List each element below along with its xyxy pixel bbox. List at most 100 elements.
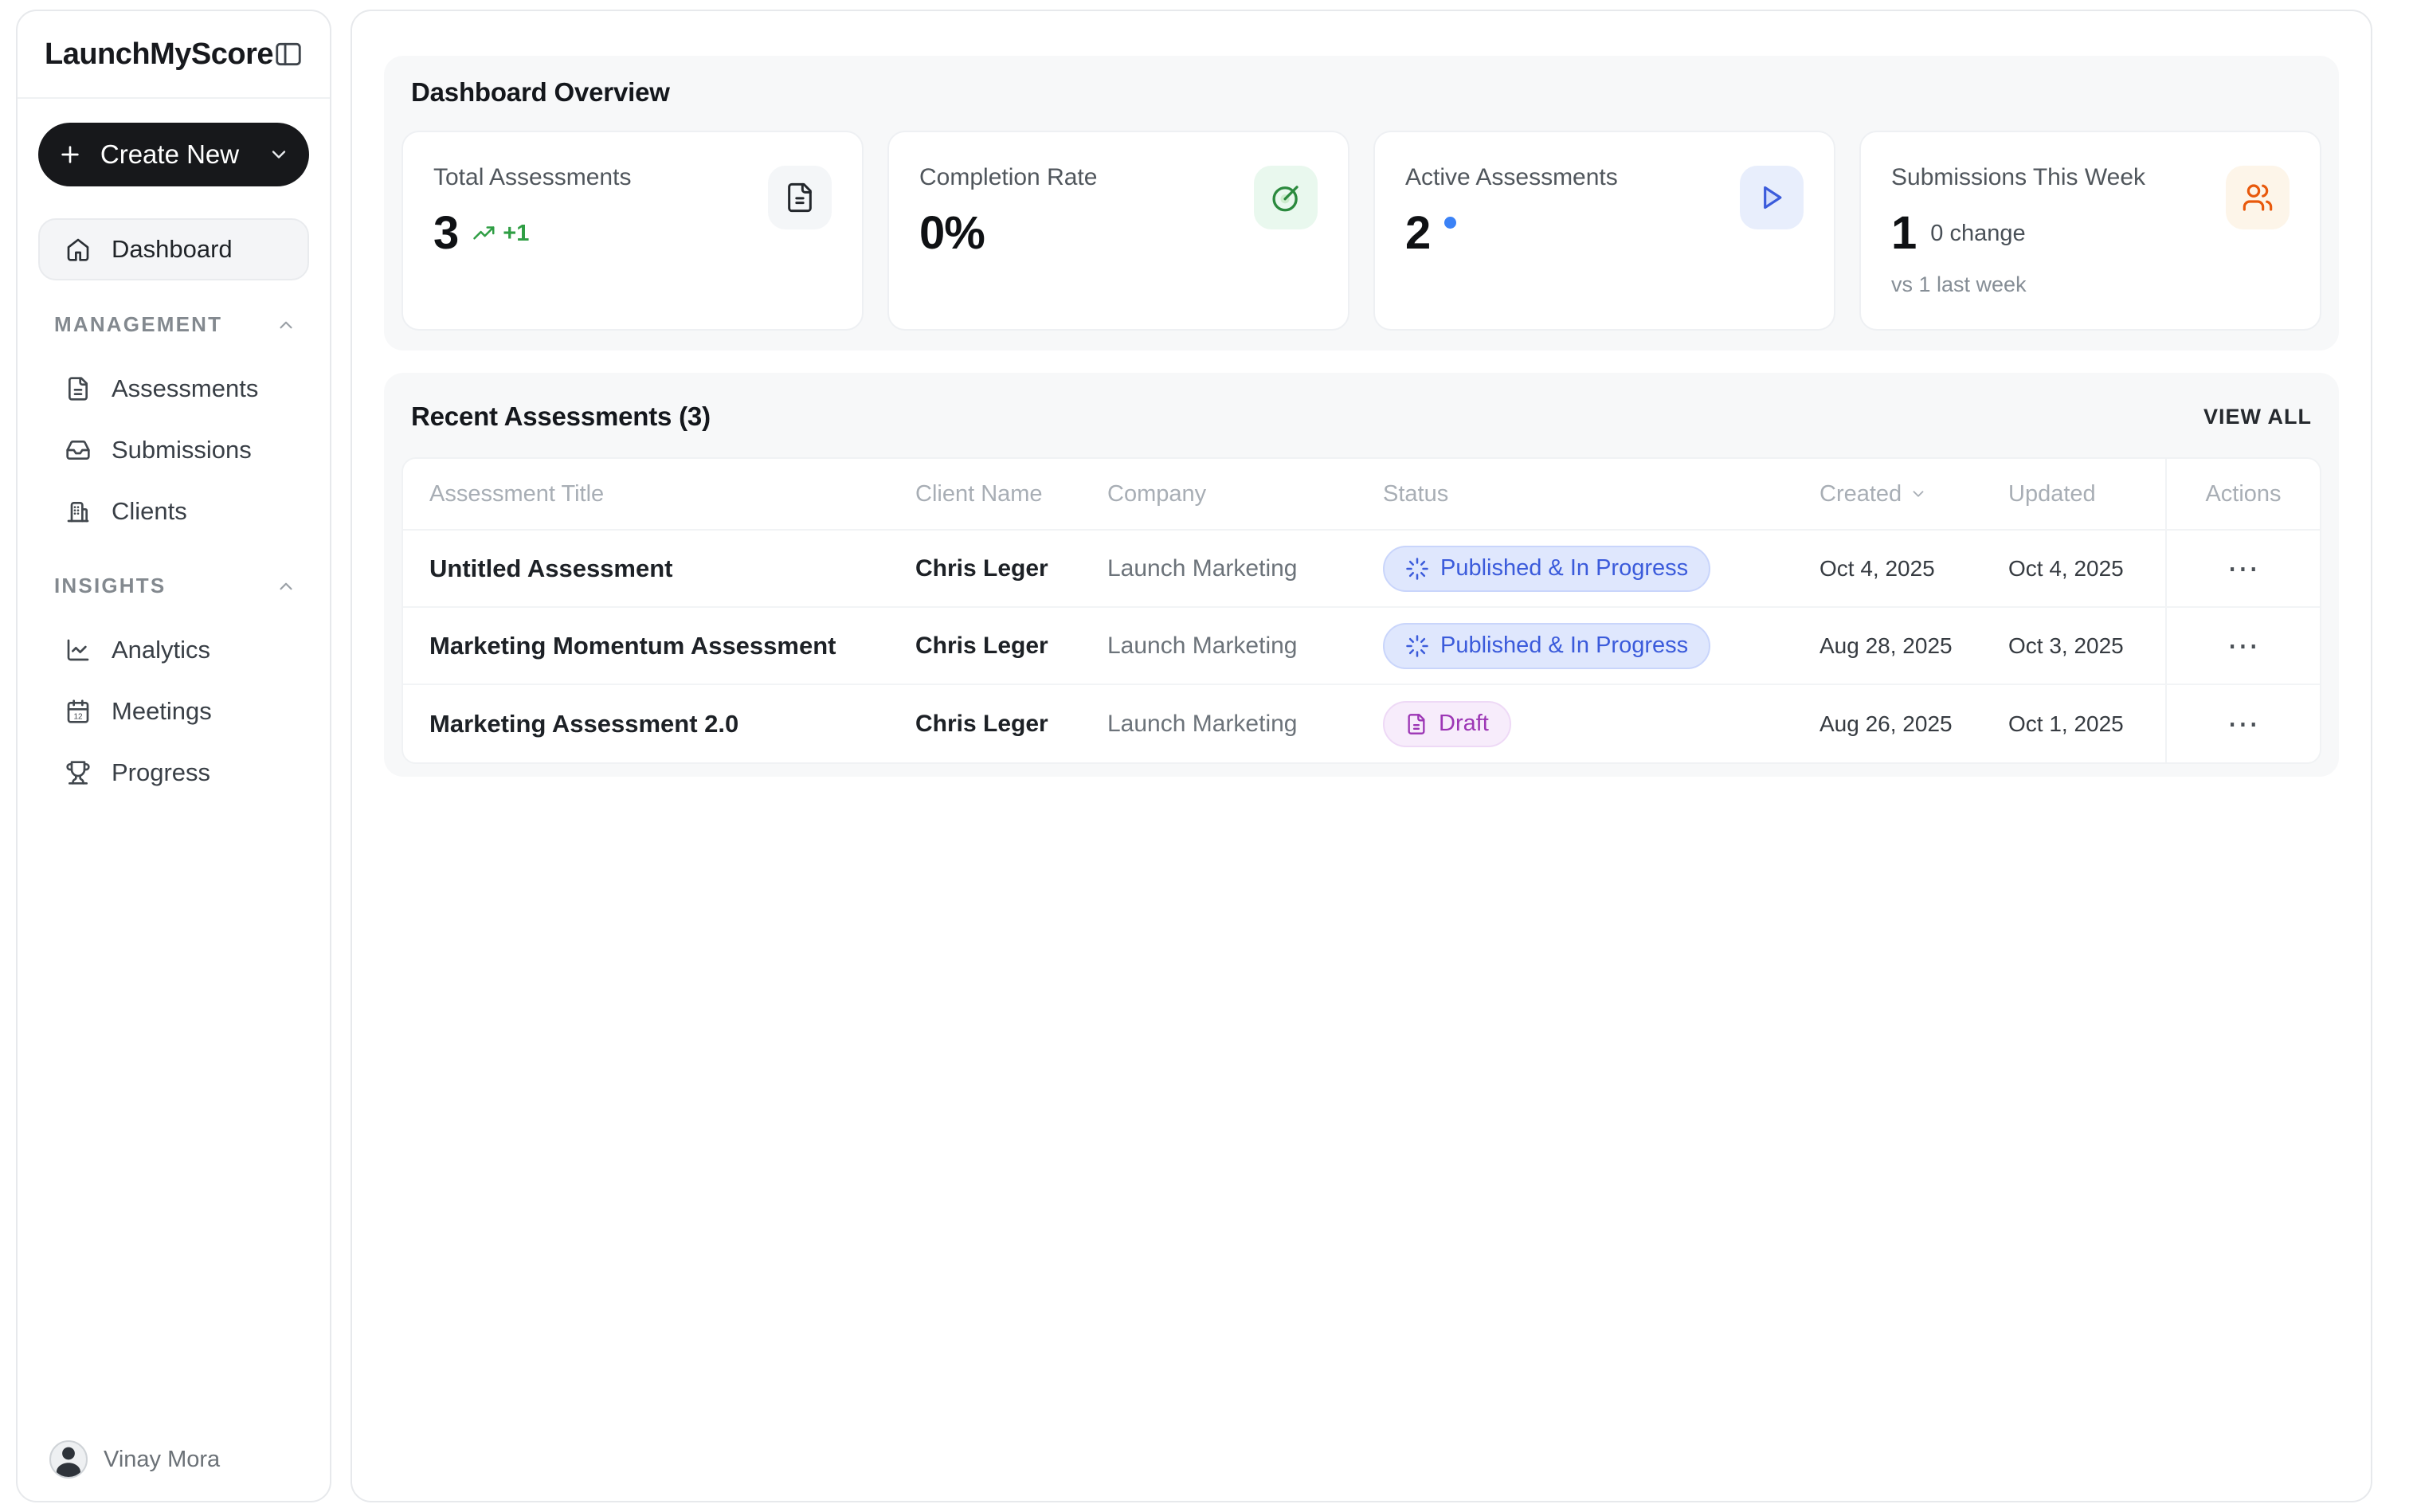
create-new-label: Create New	[100, 139, 240, 169]
sidebar-item-label: Meetings	[112, 696, 212, 725]
stat-card-completion-rate: Completion Rate 0%	[887, 131, 1349, 331]
active-indicator-dot	[1444, 217, 1457, 229]
inbox-icon	[65, 437, 91, 463]
client-name: Chris Leger	[915, 632, 1048, 659]
col-header-client: Client Name	[915, 480, 1043, 507]
stat-comparison: vs 1 last week	[1891, 272, 2027, 296]
sidebar-item-label: Clients	[112, 496, 187, 525]
stat-delta-value: +1	[503, 220, 530, 246]
stat-delta: +1	[472, 221, 529, 247]
sidebar: LaunchMyScore Create New Dashboard MANAG…	[16, 10, 331, 1502]
goal-icon	[1254, 166, 1318, 229]
updated-date: Oct 4, 2025	[2008, 555, 2124, 581]
chevron-down-icon	[268, 143, 290, 166]
sidebar-item-clients[interactable]: Clients	[18, 480, 330, 542]
row-actions-button[interactable]: ⋯	[2215, 548, 2273, 590]
create-new-button[interactable]: Create New	[38, 123, 309, 186]
row-actions-button[interactable]: ⋯	[2215, 625, 2273, 667]
stat-value: 2	[1405, 207, 1431, 259]
assessment-title: Marketing Assessment 2.0	[429, 709, 739, 738]
sidebar-item-progress[interactable]: Progress	[18, 742, 330, 803]
plus-icon	[57, 142, 83, 167]
sidebar-item-analytics[interactable]: Analytics	[18, 619, 330, 680]
table-header-row: Assessment Title Client Name Company Sta…	[403, 459, 2320, 531]
sidebar-item-submissions[interactable]: Submissions	[18, 419, 330, 480]
sidebar-item-meetings[interactable]: 12 Meetings	[18, 680, 330, 742]
sidebar-item-label: Progress	[112, 758, 211, 786]
avatar	[49, 1440, 88, 1479]
panel-left-icon	[273, 39, 304, 69]
file-text-icon	[65, 376, 91, 402]
row-actions-button[interactable]: ⋯	[2215, 703, 2273, 745]
col-header-created[interactable]: Created	[1819, 481, 2008, 507]
sidebar-header: LaunchMyScore	[18, 11, 330, 99]
status-badge: Published & In Progress	[1383, 545, 1711, 592]
sidebar-item-dashboard[interactable]: Dashboard	[38, 218, 309, 280]
calendar-icon: 12	[65, 699, 91, 724]
company-name: Launch Marketing	[1107, 632, 1298, 659]
insights-items: Analytics 12 Meetings Progress	[18, 619, 330, 803]
sidebar-item-label: Analytics	[112, 635, 211, 664]
col-header-title: Assessment Title	[429, 480, 605, 507]
chevron-up-icon	[276, 576, 296, 597]
stat-card-submissions-week: Submissions This Week 1 0 change vs 1 la…	[1859, 131, 2321, 331]
trophy-icon	[65, 760, 91, 785]
document-icon	[768, 166, 832, 229]
table-row[interactable]: Untitled Assessment Chris Leger Launch M…	[403, 531, 2320, 608]
stat-card-total-assessments: Total Assessments 3 +1	[402, 131, 864, 331]
loader-icon	[1405, 634, 1429, 658]
assessment-title: Untitled Assessment	[429, 554, 673, 582]
company-name: Launch Marketing	[1107, 554, 1298, 582]
stat-value: 0%	[919, 207, 985, 259]
updated-date: Oct 1, 2025	[2008, 711, 2124, 736]
management-items: Assessments Submissions Clients	[18, 358, 330, 542]
status-badge: Published & In Progress	[1383, 622, 1711, 669]
sidebar-collapse-button[interactable]	[273, 37, 304, 72]
dashboard-overview-section: Dashboard Overview Total Assessments 3 +	[384, 56, 2339, 351]
table-row[interactable]: Marketing Momentum Assessment Chris Lege…	[403, 608, 2320, 685]
sidebar-item-label: Submissions	[112, 435, 252, 464]
assessments-table: Assessment Title Client Name Company Sta…	[402, 457, 2321, 764]
view-all-button[interactable]: VIEW ALL	[2203, 405, 2312, 429]
stat-card-active-assessments: Active Assessments 2	[1373, 131, 1835, 331]
company-name: Launch Marketing	[1107, 710, 1298, 737]
user-menu[interactable]: Vinay Mora	[49, 1440, 220, 1479]
trending-up-icon	[472, 221, 496, 245]
file-text-icon	[1405, 713, 1428, 735]
stat-change: 0 change	[1930, 220, 2026, 246]
users-icon	[2226, 166, 2290, 229]
sidebar-item-assessments[interactable]: Assessments	[18, 358, 330, 419]
svg-text:12: 12	[73, 712, 83, 721]
sort-chevron-down-icon	[1910, 485, 1927, 503]
table-row[interactable]: Marketing Assessment 2.0 Chris Leger Lau…	[403, 685, 2320, 762]
section-label: INSIGHTS	[54, 574, 166, 597]
created-date: Oct 4, 2025	[1819, 555, 1935, 581]
chevron-up-icon	[276, 315, 296, 335]
overview-title: Dashboard Overview	[411, 77, 670, 107]
sidebar-item-label: Dashboard	[112, 235, 233, 263]
recent-title: Recent Assessments (3)	[411, 402, 711, 431]
col-header-actions: Actions	[2165, 459, 2320, 529]
sidebar-section-management[interactable]: MANAGEMENT	[54, 312, 296, 337]
section-label: MANAGEMENT	[54, 312, 223, 336]
recent-assessments-section: Recent Assessments (3) VIEW ALL Assessme…	[384, 373, 2339, 777]
app-root: LaunchMyScore Create New Dashboard MANAG…	[0, 0, 2409, 1512]
building-icon	[65, 499, 91, 524]
stat-cards: Total Assessments 3 +1 Completion Rate 0…	[402, 131, 2321, 331]
sidebar-section-insights[interactable]: INSIGHTS	[54, 574, 296, 598]
loader-icon	[1405, 557, 1429, 581]
assessment-title: Marketing Momentum Assessment	[429, 631, 836, 660]
brand-title: LaunchMyScore	[45, 37, 274, 71]
main-panel: Dashboard Overview Total Assessments 3 +	[351, 10, 2372, 1502]
stat-value: 1	[1891, 207, 1917, 259]
col-header-status: Status	[1383, 480, 1449, 507]
client-name: Chris Leger	[915, 710, 1048, 737]
col-header-updated: Updated	[2008, 480, 2096, 507]
home-icon	[65, 237, 91, 262]
stat-value: 3	[433, 207, 459, 259]
user-name: Vinay Mora	[104, 1446, 221, 1472]
col-header-company: Company	[1107, 480, 1207, 507]
updated-date: Oct 3, 2025	[2008, 633, 2124, 658]
client-name: Chris Leger	[915, 554, 1048, 582]
created-date: Aug 28, 2025	[1819, 633, 1953, 658]
